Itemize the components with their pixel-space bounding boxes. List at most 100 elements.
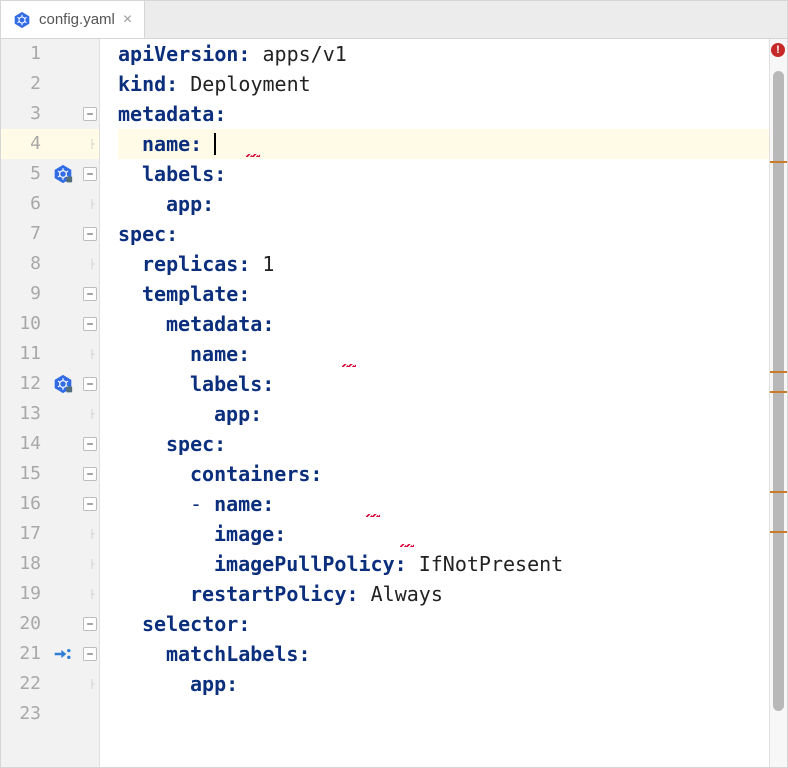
- fold-row: [49, 249, 99, 279]
- code-line[interactable]: labels:: [118, 369, 769, 399]
- code-line[interactable]: metadata:: [118, 309, 769, 339]
- tab-bar: config.yaml ×: [1, 1, 787, 39]
- code-line[interactable]: name:: [118, 339, 769, 369]
- token-punc: :: [166, 222, 178, 246]
- line-number: 6: [1, 189, 49, 219]
- tab-filename: config.yaml: [39, 11, 115, 28]
- fold-row: [49, 519, 99, 549]
- code-line[interactable]: kind: Deployment: [118, 69, 769, 99]
- fold-toggle[interactable]: [83, 167, 97, 181]
- token-punc: :: [310, 462, 322, 486]
- code-line[interactable]: restartPolicy: Always: [118, 579, 769, 609]
- stripe-marker[interactable]: [770, 371, 787, 373]
- fold-toggle[interactable]: [83, 467, 97, 481]
- code-line[interactable]: app:: [118, 669, 769, 699]
- token-punc: :: [262, 492, 274, 516]
- token-key: app: [190, 672, 226, 696]
- token-punc: :: [214, 102, 226, 126]
- token-plain: IfNotPresent: [419, 552, 564, 576]
- stripe-marker[interactable]: [770, 161, 787, 163]
- line-number: 12: [1, 369, 49, 399]
- code-line[interactable]: spec:: [118, 429, 769, 459]
- fold-row: [49, 699, 99, 729]
- code-line[interactable]: app:: [118, 399, 769, 429]
- code-line[interactable]: labels:: [118, 159, 769, 189]
- code-line[interactable]: app:: [118, 189, 769, 219]
- gutter: 1234567891011121314151617181920212223: [1, 39, 100, 767]
- kubernetes-gutter-icon[interactable]: [53, 164, 73, 184]
- line-number: 8: [1, 249, 49, 279]
- token-punc: :: [238, 342, 250, 366]
- fold-row: [49, 129, 99, 159]
- line-number: 9: [1, 279, 49, 309]
- token-punc: :: [262, 312, 274, 336]
- stripe-marker[interactable]: [770, 391, 787, 393]
- token-key: metadata: [166, 312, 262, 336]
- code-line[interactable]: containers:: [118, 459, 769, 489]
- error-stripe[interactable]: [769, 39, 787, 767]
- code-line[interactable]: selector:: [118, 609, 769, 639]
- code-line[interactable]: apiVersion: apps/v1: [118, 39, 769, 69]
- token-dash: -: [190, 492, 214, 516]
- token-key: replicas: [142, 252, 238, 276]
- token-key: apiVersion: [118, 42, 238, 66]
- fold-row: [49, 429, 99, 459]
- fold-toggle[interactable]: [83, 617, 97, 631]
- fold-row: [49, 219, 99, 249]
- token-key: name: [190, 342, 238, 366]
- token-punc: :: [347, 582, 359, 606]
- close-icon[interactable]: ×: [123, 12, 132, 28]
- token-key: template: [142, 282, 238, 306]
- line-number: 21: [1, 639, 49, 669]
- token-punc: :: [238, 282, 250, 306]
- token-key: image: [214, 522, 274, 546]
- fold-row: [49, 339, 99, 369]
- fold-toggle[interactable]: [83, 287, 97, 301]
- error-underline: [366, 514, 380, 517]
- token-punc: :: [166, 72, 178, 96]
- code-line[interactable]: spec:: [118, 219, 769, 249]
- code-editor[interactable]: 1234567891011121314151617181920212223 ap…: [1, 39, 787, 767]
- line-numbers: 1234567891011121314151617181920212223: [1, 39, 49, 767]
- fold-toggle[interactable]: [83, 497, 97, 511]
- code-line[interactable]: imagePullPolicy: IfNotPresent: [118, 549, 769, 579]
- token-key: name: [214, 492, 262, 516]
- stripe-marker[interactable]: [770, 531, 787, 533]
- fold-toggle[interactable]: [83, 107, 97, 121]
- code-line[interactable]: replicas: 1: [118, 249, 769, 279]
- code-line[interactable]: matchLabels:: [118, 639, 769, 669]
- fold-toggle[interactable]: [83, 317, 97, 331]
- code-line[interactable]: name:: [118, 129, 769, 159]
- code-area[interactable]: apiVersion: apps/v1kind: Deploymentmetad…: [100, 39, 769, 767]
- token-punc: :: [214, 162, 226, 186]
- kubernetes-gutter-icon[interactable]: [53, 374, 73, 394]
- fold-row: [49, 459, 99, 489]
- fold-line-marker: [87, 257, 97, 271]
- fold-row: [49, 39, 99, 69]
- fold-toggle[interactable]: [83, 377, 97, 391]
- fold-toggle[interactable]: [83, 227, 97, 241]
- token-key: labels: [142, 162, 214, 186]
- fold-row: [49, 609, 99, 639]
- token-key: restartPolicy: [190, 582, 347, 606]
- error-badge-icon[interactable]: [771, 43, 785, 57]
- fold-toggle[interactable]: [83, 437, 97, 451]
- stripe-marker[interactable]: [770, 491, 787, 493]
- token-key: selector: [142, 612, 238, 636]
- token-punc: :: [250, 402, 262, 426]
- token-punc: :: [202, 192, 214, 216]
- fold-toggle[interactable]: [83, 647, 97, 661]
- code-line[interactable]: metadata:: [118, 99, 769, 129]
- code-line[interactable]: template:: [118, 279, 769, 309]
- line-number: 3: [1, 99, 49, 129]
- tab-config-yaml[interactable]: config.yaml ×: [1, 1, 145, 38]
- token-punc: :: [238, 612, 250, 636]
- token-key: kind: [118, 72, 166, 96]
- code-line[interactable]: - name:: [118, 489, 769, 519]
- code-line[interactable]: image:: [118, 519, 769, 549]
- line-number: 13: [1, 399, 49, 429]
- code-line[interactable]: [118, 699, 769, 729]
- fold-row: [49, 549, 99, 579]
- line-number: 2: [1, 69, 49, 99]
- run-to-line-icon[interactable]: [53, 644, 73, 664]
